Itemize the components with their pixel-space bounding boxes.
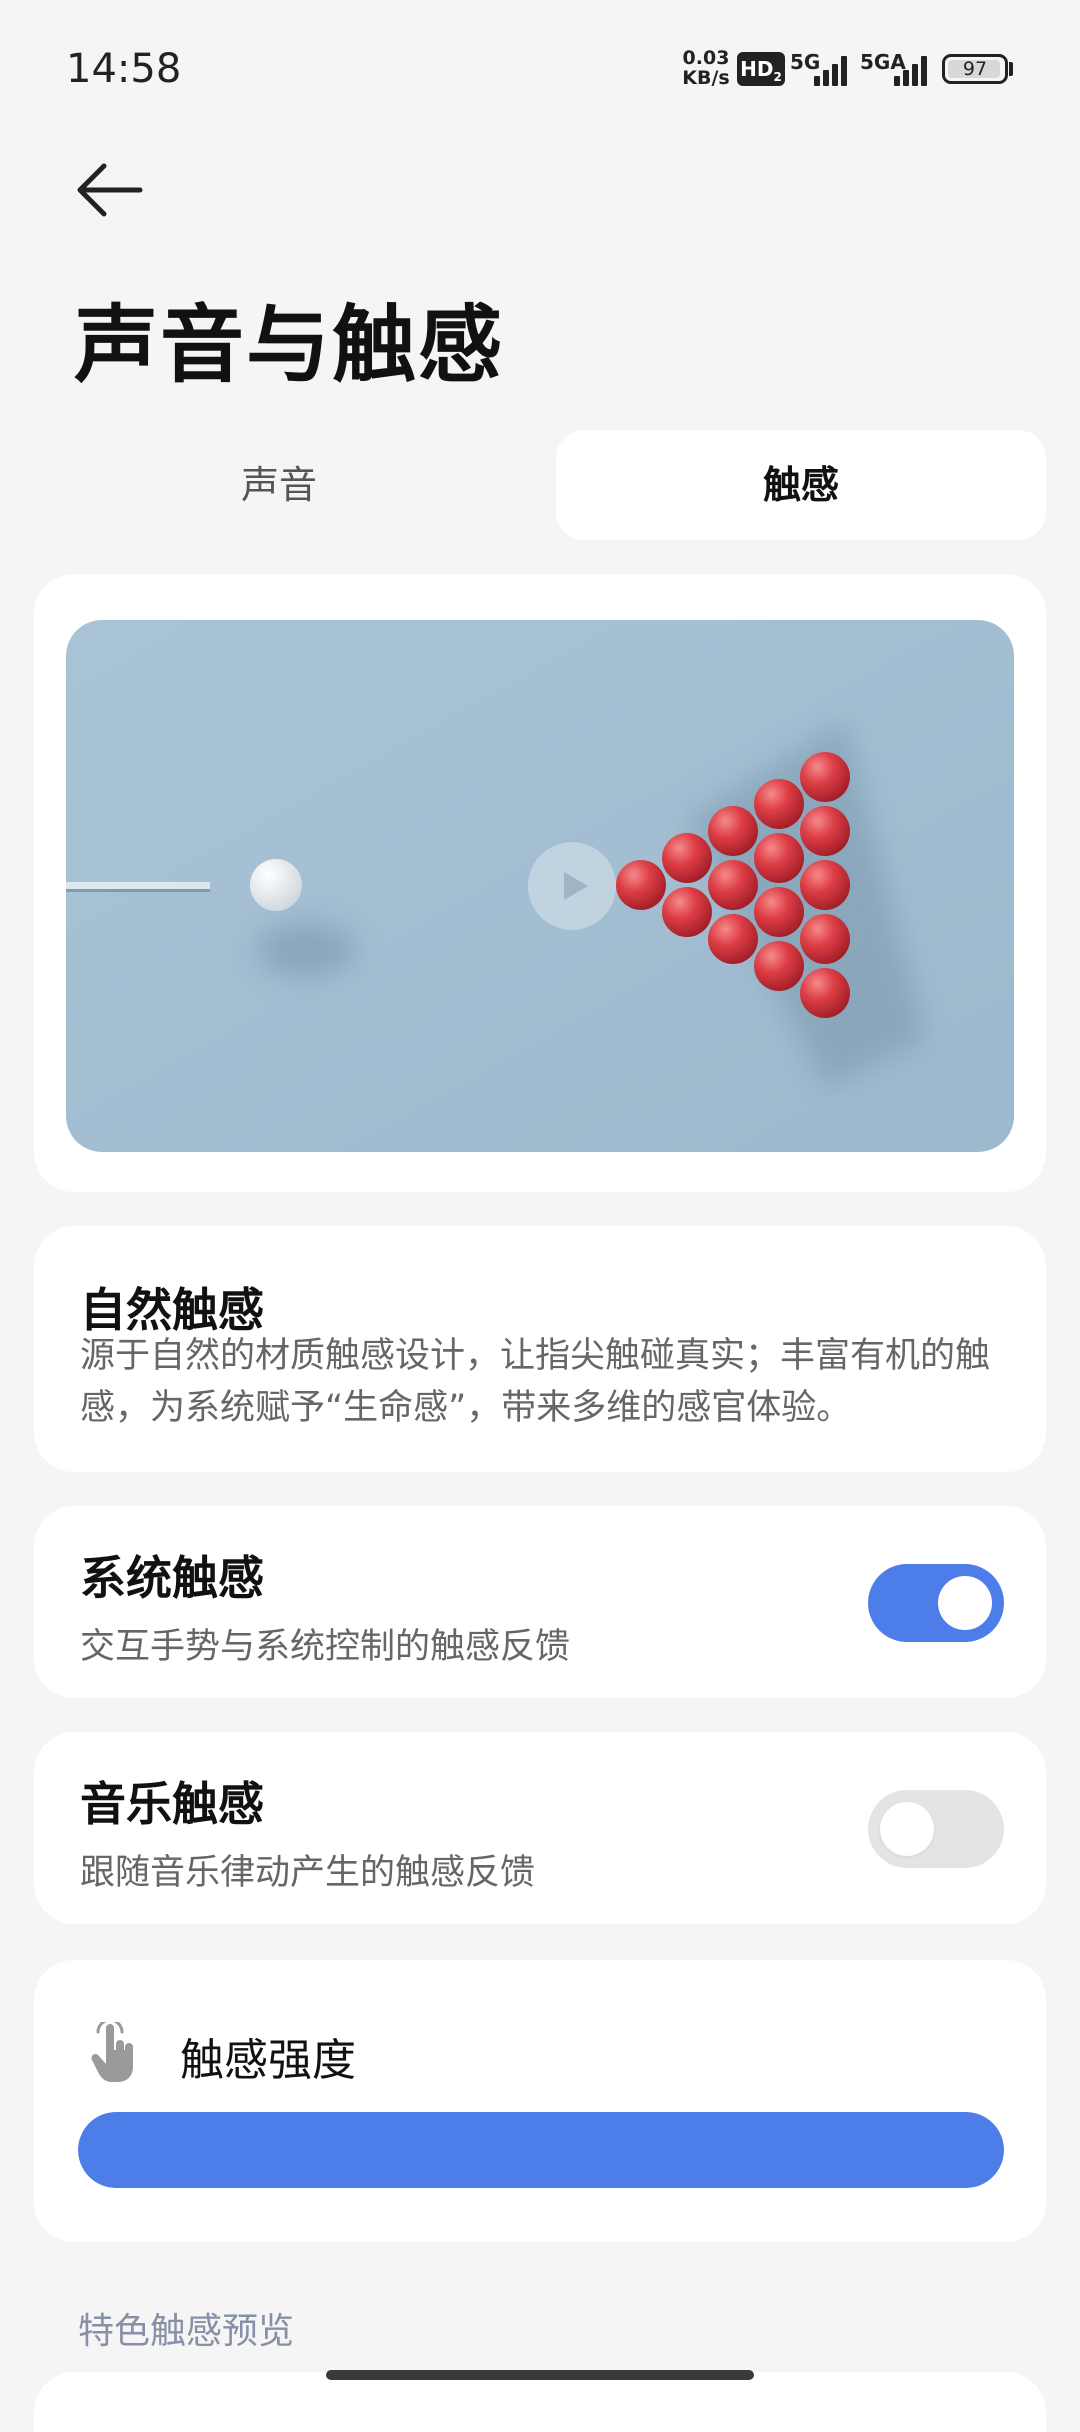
battery-icon: 97 <box>942 54 1008 84</box>
toggle-knob <box>880 1802 934 1856</box>
play-button[interactable] <box>528 842 616 930</box>
system-haptics-row[interactable]: 系统触感 交互手势与系统控制的触感反馈 <box>34 1506 1046 1698</box>
arrow-left-icon <box>77 163 143 217</box>
network-speed-unit: KB/s <box>682 67 730 89</box>
signal-5g-icon: 5G <box>790 50 852 86</box>
featured-haptics-card <box>34 2372 1046 2432</box>
network-speed: 0.03 KB/s <box>680 48 732 88</box>
haptics-video[interactable] <box>66 620 1014 1152</box>
haptics-video-card <box>34 574 1046 1192</box>
tab-sound[interactable]: 声音 <box>34 430 524 540</box>
battery-level: 97 <box>962 58 988 80</box>
status-bar: 14:58 0.03 KB/s HD2 5G 5GA 97 <box>0 0 1080 140</box>
hd-voice-icon: HD2 <box>737 52 785 86</box>
play-icon <box>564 872 588 900</box>
back-button[interactable] <box>66 150 156 230</box>
tab-haptics[interactable]: 触感 <box>556 430 1046 540</box>
natural-haptics-card: 自然触感 源于自然的材质触感设计，让指尖触碰真实；丰富有机的触感，为系统赋予“生… <box>34 1226 1046 1472</box>
touch-hand-icon <box>91 2022 133 2082</box>
page-title: 声音与触感 <box>74 296 505 394</box>
haptics-intensity-slider[interactable] <box>78 2112 1004 2188</box>
slider-fill <box>78 2112 1004 2188</box>
home-indicator[interactable] <box>326 2370 754 2380</box>
system-haptics-subtitle: 交互手势与系统控制的触感反馈 <box>80 1627 571 1667</box>
signal-5ga-icon: 5GA <box>860 50 932 86</box>
battery-tip <box>1009 62 1013 76</box>
music-haptics-subtitle: 跟随音乐律动产生的触感反馈 <box>80 1853 536 1893</box>
music-haptics-toggle[interactable] <box>868 1790 1004 1868</box>
haptics-intensity-card: 触感强度 <box>34 1960 1046 2242</box>
signal-5g-label: 5G <box>790 50 821 74</box>
system-haptics-toggle[interactable] <box>868 1564 1004 1642</box>
featured-haptics-section-label: 特色触感预览 <box>78 2311 295 2352</box>
signal-5ga-label: 5GA <box>860 50 906 74</box>
tab-bar: 声音 触感 <box>34 430 1046 540</box>
network-speed-value: 0.03 <box>682 47 730 69</box>
natural-haptics-description: 源于自然的材质触感设计，让指尖触碰真实；丰富有机的触感，为系统赋予“生命感”，带… <box>80 1336 991 1428</box>
hd-badge-sub: 2 <box>773 70 782 84</box>
toggle-knob <box>938 1576 992 1630</box>
haptics-intensity-title: 触感强度 <box>180 2035 356 2086</box>
music-haptics-title: 音乐触感 <box>80 1777 264 1831</box>
status-time: 14:58 <box>66 46 182 92</box>
hd-badge-label: HD <box>740 57 774 81</box>
music-haptics-row[interactable]: 音乐触感 跟随音乐律动产生的触感反馈 <box>34 1732 1046 1924</box>
system-haptics-title: 系统触感 <box>80 1551 264 1605</box>
